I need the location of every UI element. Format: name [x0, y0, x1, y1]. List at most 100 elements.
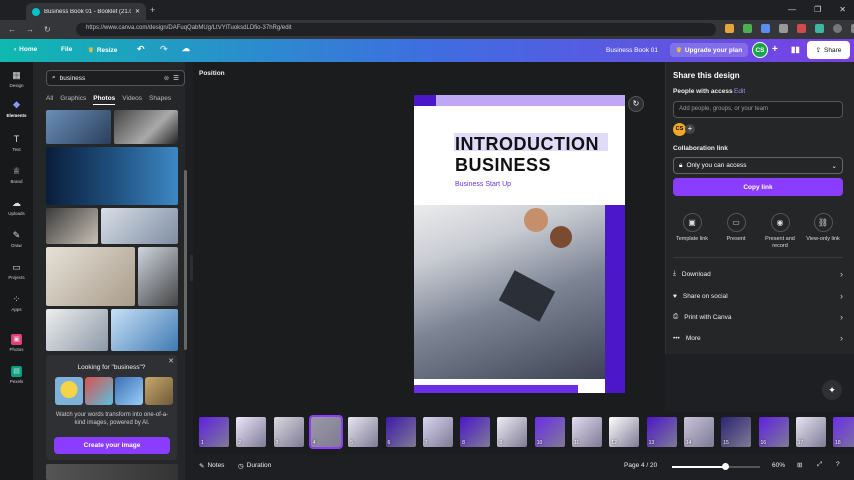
page-thumbnail[interactable]: 11 — [572, 417, 602, 447]
grid-view-icon[interactable]: ⊞ — [797, 461, 802, 469]
rail-text[interactable]: T Text — [0, 134, 33, 152]
help-icon[interactable]: ? — [836, 461, 840, 468]
rail-design[interactable]: ▦ Design — [0, 70, 33, 88]
page-heading[interactable]: INTRODUCTION BUSINESS — [455, 134, 611, 176]
rail-draw[interactable]: ✎ Draw — [0, 230, 33, 248]
invite-plus-icon[interactable]: + — [772, 44, 778, 55]
page-thumbnail[interactable]: 16 — [758, 417, 789, 447]
photo-result[interactable] — [46, 309, 108, 351]
print-canva-row[interactable]: ⎙ Print with Canva › — [673, 307, 843, 327]
page-thumbnail[interactable]: 18 — [833, 417, 854, 447]
page-thumbnail[interactable]: 3 — [273, 417, 304, 447]
maximize-button[interactable]: ❐ — [814, 5, 821, 14]
page-thumbnail[interactable]: 5 — [348, 417, 379, 447]
cloud-save-icon[interactable]: ☁ — [182, 44, 190, 53]
extension-icon[interactable] — [761, 24, 770, 33]
upgrade-button[interactable]: ♛ Upgrade your plan — [670, 43, 749, 57]
profile-icon[interactable] — [833, 24, 842, 33]
clear-icon[interactable]: ⊗ — [164, 74, 169, 82]
access-level-select[interactable]: 🔒︎ Only you can access ⌄ — [673, 157, 843, 174]
photo-result[interactable] — [138, 247, 178, 306]
zoom-slider-track[interactable] — [672, 463, 760, 470]
filter-icon[interactable]: ☰ — [173, 74, 179, 82]
file-menu-button[interactable]: File — [61, 46, 72, 53]
zoom-slider-knob[interactable] — [722, 463, 729, 470]
create-image-button[interactable]: Create your image — [54, 437, 170, 454]
page-subtitle[interactable]: Business Start Up — [455, 181, 511, 188]
photo-result[interactable] — [111, 309, 178, 351]
rail-apps[interactable]: ⁘ Apps — [0, 294, 33, 312]
extension-icon[interactable] — [815, 24, 824, 33]
close-window-button[interactable]: ✕ — [839, 5, 846, 14]
url-field[interactable]: https://www.canva.com/design/DAFuqQabMUg… — [76, 23, 716, 36]
browser-tab[interactable]: Business Book 01 - Booklet (21.0 ✕ — [26, 3, 146, 20]
page-thumbnail[interactable]: 14 — [683, 417, 714, 447]
edit-access-link[interactable]: Edit — [734, 88, 745, 95]
rail-projects[interactable]: ▭ Projects — [0, 262, 33, 280]
panel-scrollbar[interactable] — [184, 170, 187, 350]
forward-icon[interactable]: → — [26, 25, 34, 34]
page-thumbnail[interactable]: 2 — [236, 417, 267, 447]
rail-brand[interactable]: ♕ Brand — [0, 166, 33, 184]
reload-icon[interactable]: ↻ — [44, 25, 51, 34]
tab-photos[interactable]: Photos — [93, 95, 116, 105]
photo-result[interactable] — [46, 147, 178, 205]
add-people-input[interactable]: Add people, groups, or your team — [673, 101, 843, 118]
extension-icon[interactable] — [743, 24, 752, 33]
page-thumbnail[interactable]: 17 — [795, 417, 826, 447]
download-row[interactable]: ⤓ Download › — [673, 264, 843, 284]
analytics-icon[interactable]: ▮▮ — [791, 45, 800, 54]
rail-photos[interactable]: ▣ Photos — [0, 334, 33, 352]
page-thumbnail[interactable]: 9 — [497, 417, 528, 447]
page-thumbnail[interactable]: 1 — [199, 417, 229, 447]
page-indicator[interactable]: Page 4 / 20 — [624, 462, 657, 469]
more-row[interactable]: ••• More › — [673, 328, 843, 348]
search-input[interactable]: ⌕ business ⊗ ☰ — [46, 70, 185, 86]
resize-button[interactable]: ♛ Resize — [88, 46, 117, 55]
tab-videos[interactable]: Videos — [122, 95, 142, 105]
page-thumbnail[interactable]: 6 — [385, 417, 416, 447]
rail-elements[interactable]: ❖ Elements — [0, 100, 33, 118]
page-thumbnail[interactable]: 7 — [422, 417, 453, 447]
tab-close-icon[interactable]: ✕ — [135, 8, 140, 15]
undo-icon[interactable]: ↶ — [137, 44, 145, 55]
page-thumbnail[interactable]: 10 — [534, 417, 565, 447]
page-thumbnail[interactable]: 12 — [609, 417, 640, 447]
page-thumbnail[interactable]: 4 — [308, 415, 343, 449]
share-button[interactable]: ⇪ Share — [807, 41, 850, 59]
notes-button[interactable]: ✎ Notes — [199, 462, 224, 470]
rail-uploads[interactable]: ☁ Uploads — [0, 198, 33, 216]
redo-icon[interactable]: ↷ — [160, 44, 168, 55]
tab-graphics[interactable]: Graphics — [60, 95, 86, 105]
magic-assistant-icon[interactable]: ✦ — [822, 380, 842, 400]
photo-result[interactable] — [101, 208, 178, 244]
minimize-button[interactable]: — — [788, 5, 796, 14]
user-avatar[interactable]: CS — [752, 42, 768, 58]
fullscreen-icon[interactable]: ⤢ — [817, 461, 822, 469]
position-button[interactable]: Position — [199, 70, 225, 77]
extension-icon[interactable] — [725, 24, 734, 33]
tab-shapes[interactable]: Shapes — [149, 95, 171, 105]
zoom-level[interactable]: 60% — [772, 462, 785, 469]
view-only-link-option[interactable]: ⛓︎ View-only link — [803, 213, 843, 243]
copy-link-button[interactable]: Copy link — [673, 178, 843, 196]
document-title[interactable]: Business Book 01 — [606, 47, 658, 54]
add-collaborator-icon[interactable]: + — [685, 124, 695, 134]
photo-result[interactable] — [46, 208, 98, 244]
photo-result[interactable] — [46, 464, 178, 480]
photo-result[interactable] — [46, 247, 135, 306]
page-thumbnail[interactable]: 8 — [460, 417, 491, 447]
home-button[interactable]: ‹ Home — [14, 46, 37, 53]
template-link-option[interactable]: ▣ Template link — [672, 213, 712, 243]
new-tab-button[interactable]: + — [150, 5, 155, 15]
extension-icon[interactable] — [779, 24, 788, 33]
page-thumbnail[interactable]: 13 — [646, 417, 677, 447]
rail-pexels[interactable]: ▤ Pexels — [0, 366, 33, 384]
extension-icon[interactable] — [797, 24, 806, 33]
back-icon[interactable]: ← — [8, 25, 16, 34]
photo-result[interactable] — [114, 110, 178, 144]
present-record-option[interactable]: ◉ Present and record — [760, 213, 800, 250]
photo-result[interactable] — [46, 110, 111, 144]
present-option[interactable]: ▭ Present — [716, 213, 756, 243]
tab-all[interactable]: All — [46, 95, 53, 105]
